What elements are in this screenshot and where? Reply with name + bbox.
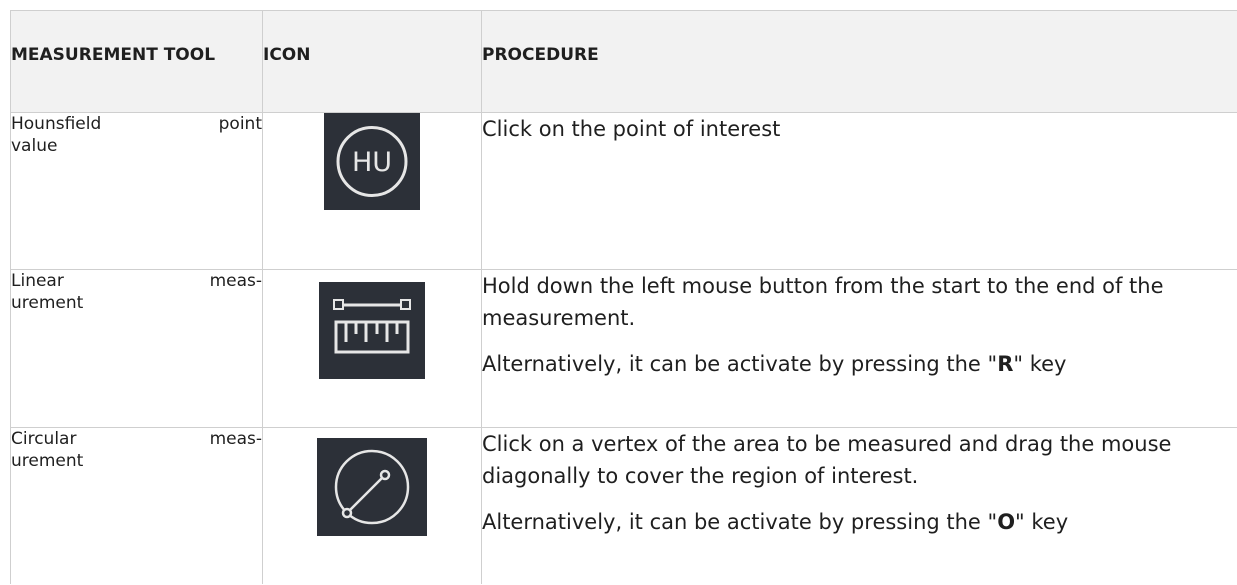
table-row: Linear meas- urement Hold down the left … [10,269,1237,428]
procedure-text: Click on a vertex of the area to be meas… [482,432,1172,488]
header-measurement-tool: MEASUREMENT TOOL [10,10,263,113]
shortcut-prefix: Alternatively, it can be activate by pre… [482,352,998,376]
tool-name-line: value [11,136,58,156]
table-row: Circular meas- urement Click on a vertex… [10,427,1237,584]
tool-name-cell: Circular meas- urement [10,427,263,584]
shortcut-prefix: Alternatively, it can be activate by pre… [482,510,998,534]
measurement-tools-table: MEASUREMENT TOOL ICON PROCEDURE Hounsfie… [10,10,1237,584]
table-row: Hounsfield point value HU Click on the p… [10,112,1237,270]
tool-name-line: urement [11,451,84,471]
tool-name-cell: Linear meas- urement [10,269,263,428]
procedure-text: Hold down the left mouse button from the… [482,274,1164,330]
tool-name-line: Hounsfield point [11,114,262,134]
icon-cell: HU [262,112,482,270]
shortcut-key: R [997,352,1014,376]
icon-cell [262,427,482,584]
tool-name-line: Circular meas- [11,429,262,449]
shortcut-text: Alternatively, it can be activate by pre… [482,348,1237,380]
shortcut-suffix: " key [1015,510,1069,534]
hu-icon: HU [324,113,420,210]
procedure-cell: Hold down the left mouse button from the… [481,269,1237,428]
tool-name-line: Linear meas- [11,271,262,291]
shortcut-key: O [997,510,1016,534]
header-procedure: PROCEDURE [481,10,1237,113]
icon-cell [262,269,482,428]
table-header-row: MEASUREMENT TOOL ICON PROCEDURE [10,10,1237,113]
procedure-cell: Click on the point of interest [481,112,1237,270]
tool-name-cell: Hounsfield point value [10,112,263,270]
tool-name-line: urement [11,293,84,313]
shortcut-text: Alternatively, it can be activate by pre… [482,506,1237,538]
ruler-icon [319,282,425,379]
header-icon: ICON [262,10,482,113]
shortcut-suffix: " key [1013,352,1067,376]
procedure-text: Click on the point of interest [482,117,781,141]
hu-icon-label: HU [352,147,392,178]
procedure-cell: Click on a vertex of the area to be meas… [481,427,1237,584]
circle-measure-icon [317,438,427,536]
